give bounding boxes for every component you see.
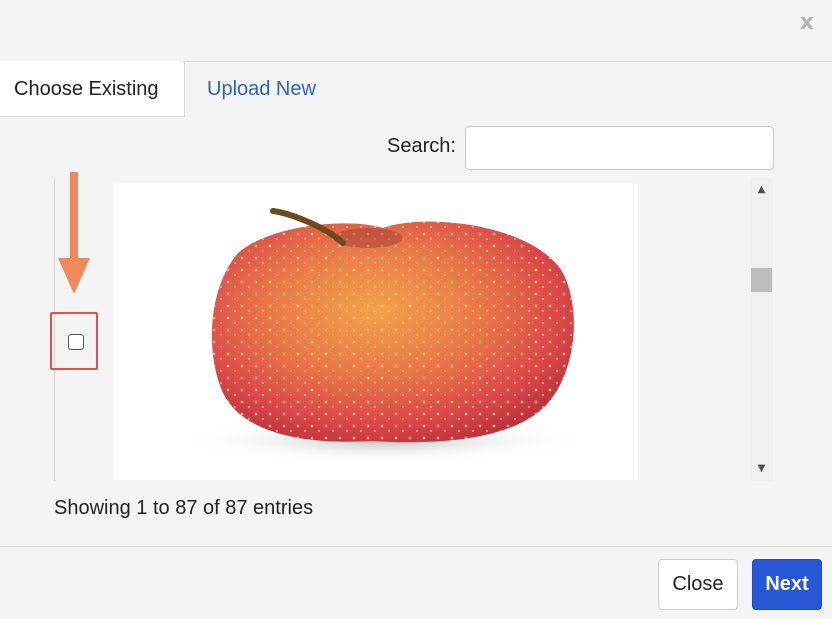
search-input[interactable] xyxy=(465,126,774,170)
apple-image xyxy=(113,183,638,480)
search-label: Search: xyxy=(387,135,456,157)
tab-bar: Choose Existing Upload New xyxy=(0,61,832,117)
apple-photo-icon xyxy=(173,208,593,463)
close-icon[interactable]: x xyxy=(800,10,814,35)
entries-info: Showing 1 to 87 of 87 entries xyxy=(54,497,314,519)
next-button[interactable]: Next xyxy=(752,559,822,610)
tab-upload-new[interactable]: Upload New xyxy=(193,61,330,117)
scroll-up-arrow-icon[interactable]: ▲ xyxy=(750,180,773,200)
modal-header: x xyxy=(0,0,832,62)
scroll-thumb[interactable] xyxy=(751,268,772,292)
close-button[interactable]: Close xyxy=(658,559,738,610)
row-select-checkbox[interactable] xyxy=(68,334,84,350)
scroll-down-arrow-icon[interactable]: ▼ xyxy=(750,459,773,479)
list-scrollbar[interactable]: ▲ ▼ xyxy=(750,178,773,481)
annotation-arrow-icon xyxy=(58,172,90,294)
tab-choose-existing[interactable]: Choose Existing xyxy=(0,61,185,117)
